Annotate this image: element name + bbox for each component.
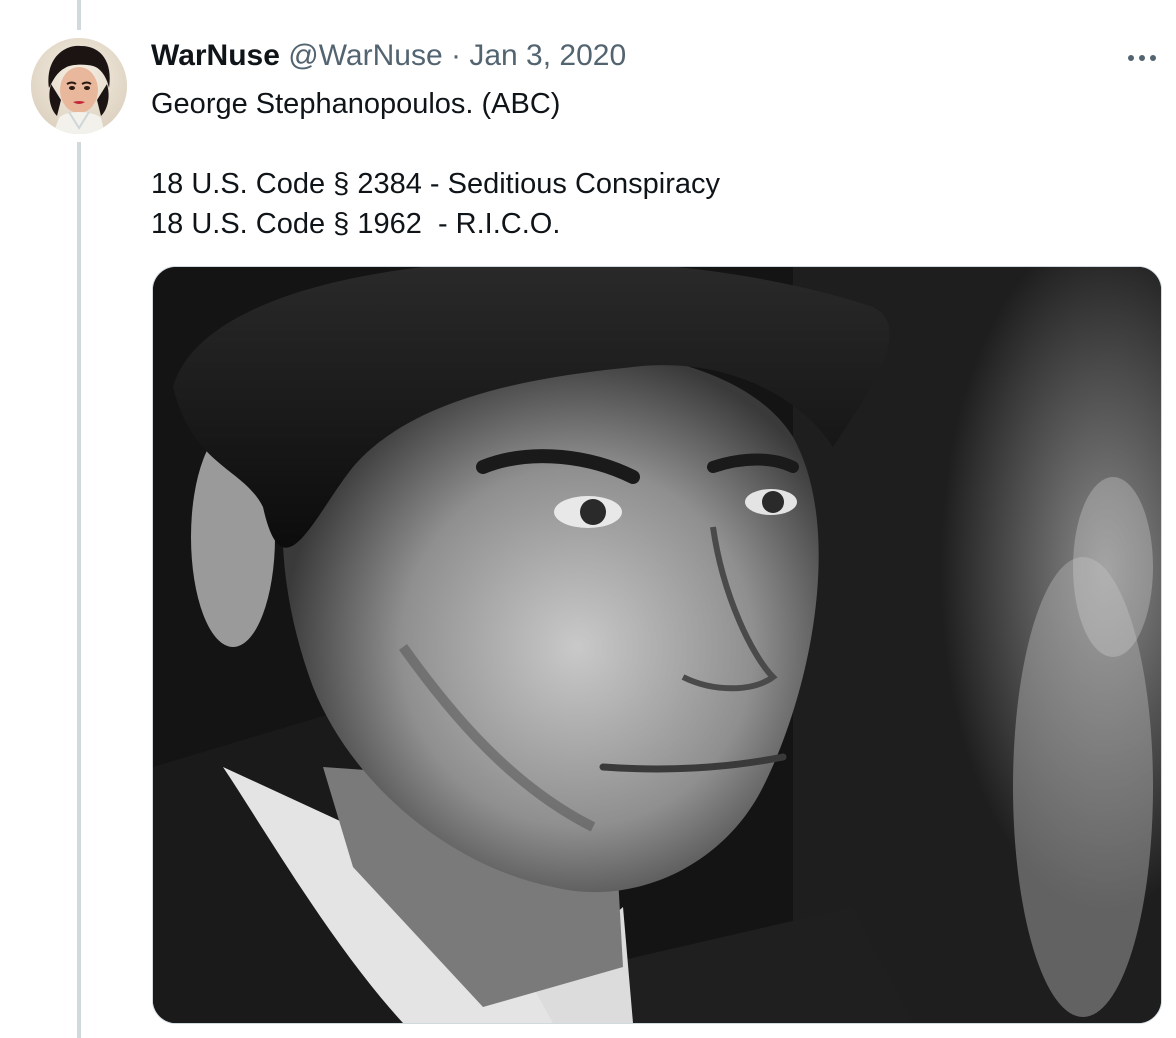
header-separator: · [450, 39, 461, 72]
tweet-text-line: 18 U.S. Code § 1962 - R.I.C.O. [151, 208, 561, 240]
tweet-photo[interactable] [152, 266, 1162, 1024]
author-name[interactable]: WarNuse [151, 39, 280, 72]
tweet-text-line: 18 U.S. Code § 2384 - Seditious Conspira… [151, 168, 721, 200]
tweet-text-line [151, 124, 1151, 164]
author-handle[interactable]: @WarNuse [288, 39, 442, 72]
author-avatar[interactable] [31, 38, 127, 134]
portrait-photo-image [153, 267, 1161, 1023]
more-options-icon[interactable] [1124, 44, 1160, 72]
tweet-date[interactable]: Jan 3, 2020 [469, 39, 626, 72]
tweet-header: WarNuse @WarNuse · Jan 3, 2020 [151, 38, 626, 74]
tweet-text-line: George Stephanopoulos. (ABC) [151, 88, 561, 120]
thread-connector-line [77, 0, 81, 1038]
tweet-text: George Stephanopoulos. (ABC) 18 U.S. Cod… [151, 84, 1151, 244]
avatar-portrait-image [31, 38, 127, 134]
